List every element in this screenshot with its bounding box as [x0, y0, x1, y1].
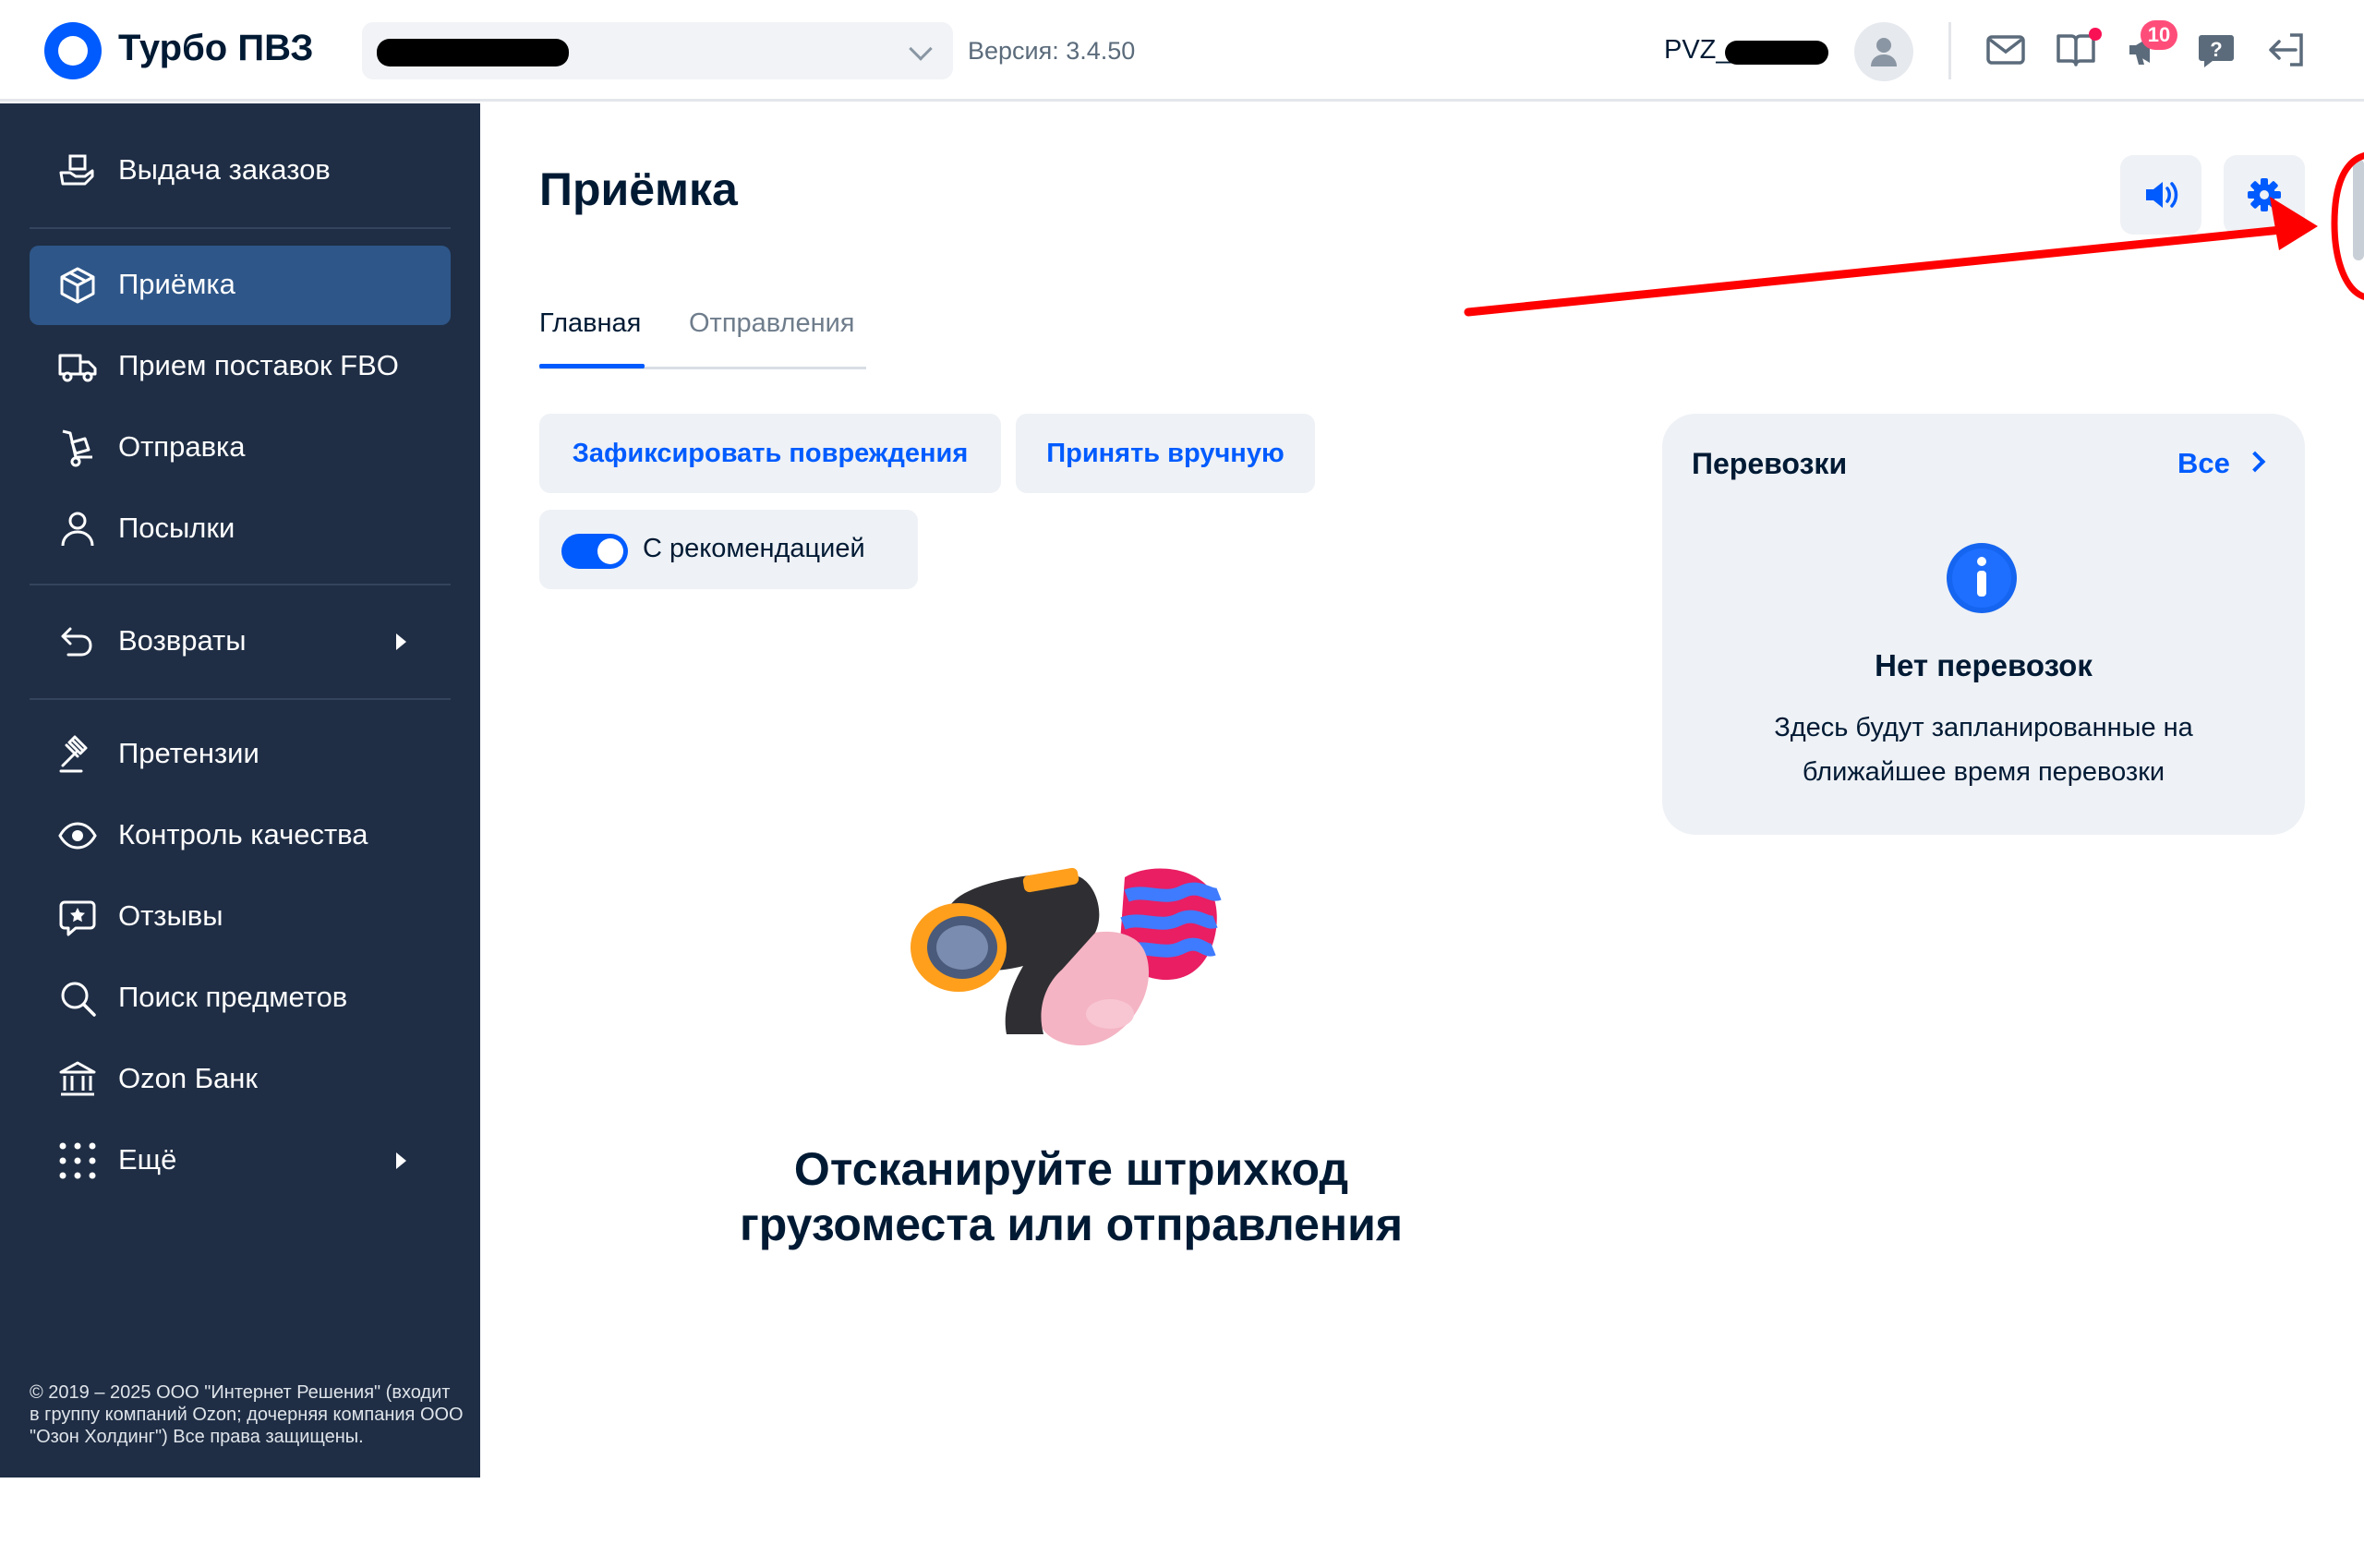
empty-state-title: Нет перевозок: [1875, 648, 2093, 682]
bank-icon: [59, 1061, 96, 1096]
top-bar: Турбо ПВЗ Версия: 3.4.50 PVZ_ 10 ?: [0, 0, 2364, 102]
toggle-label: С рекомендацией: [643, 534, 865, 563]
redacted-pvz-name: [377, 39, 569, 66]
transport-all-link[interactable]: Все: [2177, 447, 2230, 480]
sidebar-item-label: Ozon Банк: [118, 1062, 258, 1094]
chevron-down-icon: [909, 37, 933, 61]
empty-state-text: Здесь будут запланированные на ближайшее…: [1774, 713, 2193, 787]
package-icon: [60, 267, 95, 304]
sidebar-item-fbo-supplies[interactable]: Прием поставок FBO: [30, 327, 451, 406]
sidebar-item-issue-orders[interactable]: Выдача заказов: [30, 131, 451, 211]
scanner-illustration: [911, 867, 1222, 1046]
pvz-id-label: PVZ_: [1664, 35, 1731, 65]
gavel-icon: [59, 735, 88, 773]
sidebar-item-label: Возвраты: [118, 624, 247, 657]
return-icon: [61, 627, 92, 657]
sidebar-divider: [30, 584, 451, 585]
sidebar-item-label: Контроль качества: [118, 818, 368, 850]
page-title: Приёмка: [539, 163, 738, 215]
copyright-text: © 2019 – 2025 ООО "Интернет Решения" (вх…: [30, 1382, 464, 1447]
truck-icon: [58, 354, 97, 382]
logout-icon[interactable]: [2264, 28, 2309, 72]
caret-right-icon: [396, 1152, 406, 1169]
scan-prompt: Отсканируйте штрихкод грузоместа или отп…: [739, 1143, 1404, 1250]
sidebar-item-label: Прием поставок FBO: [118, 349, 399, 381]
sidebar-item-returns[interactable]: Возвраты: [30, 602, 451, 681]
recommendation-toggle[interactable]: [561, 534, 628, 569]
notifications-badge: 10: [2141, 20, 2177, 50]
sidebar-item-acceptance[interactable]: Приёмка: [30, 246, 451, 325]
app-title: Турбо ПВЗ: [118, 28, 314, 68]
header-divider: [1948, 22, 1951, 79]
sidebar-item-label: Приёмка: [118, 268, 235, 300]
grid-dots-icon: [59, 1142, 96, 1179]
eye-icon: [58, 822, 97, 850]
tab-shipments[interactable]: Отправления: [689, 308, 855, 339]
unread-dot: [2089, 28, 2102, 41]
sidebar-item-label: Отзывы: [118, 899, 223, 932]
sidebar: Выдача заказов Приёмка Прием поставок FB…: [0, 103, 480, 1548]
review-star-icon: [59, 900, 96, 936]
redacted-pvz-id: [1725, 41, 1828, 65]
recommendation-toggle-row: С рекомендацией: [539, 510, 918, 589]
sidebar-item-item-search[interactable]: Поиск предметов: [30, 959, 451, 1038]
caret-right-icon: [396, 633, 406, 650]
mail-icon[interactable]: [1984, 28, 2028, 72]
annotation-arrow: [1464, 151, 2364, 317]
ozon-logo-icon[interactable]: [44, 22, 102, 79]
sidebar-item-label: Отправка: [118, 430, 246, 463]
pvz-select[interactable]: [362, 22, 953, 79]
help-icon[interactable]: ?: [2194, 28, 2238, 72]
sidebar-item-label: Претензии: [118, 737, 259, 769]
record-damage-button[interactable]: Зафиксировать повреждения: [539, 414, 1001, 493]
sidebar-item-more[interactable]: Ещё: [30, 1121, 451, 1200]
sidebar-item-label: Выдача заказов: [118, 153, 331, 186]
tabs: Главная Отправления: [539, 308, 866, 369]
tab-main[interactable]: Главная: [539, 308, 641, 339]
user-avatar-icon[interactable]: [1854, 22, 1913, 81]
sidebar-divider: [30, 227, 451, 229]
sidebar-item-label: Поиск предметов: [118, 981, 348, 1013]
active-tab-indicator: [539, 364, 645, 368]
sidebar-item-ozon-bank[interactable]: Ozon Банк: [30, 1040, 451, 1119]
sidebar-divider: [30, 698, 451, 700]
sidebar-item-label: Посылки: [118, 512, 235, 544]
transport-card: Перевозки Все Нет перевозок Здесь будут …: [1662, 414, 2305, 835]
hand-box-icon: [59, 154, 94, 186]
search-icon: [61, 982, 96, 1017]
sidebar-item-claims[interactable]: Претензии: [30, 715, 451, 794]
sidebar-item-reviews[interactable]: Отзывы: [30, 877, 451, 957]
transport-card-title: Перевозки: [1692, 447, 1848, 480]
sidebar-item-label: Ещё: [118, 1143, 177, 1176]
sidebar-item-quality-control[interactable]: Контроль качества: [30, 796, 451, 875]
trolley-icon: [62, 429, 92, 467]
svg-text:?: ?: [2210, 38, 2222, 61]
info-icon: [1947, 543, 2017, 613]
chevron-right-icon[interactable]: [2244, 451, 2266, 473]
collapse-sidebar-icon[interactable]: [222, 1533, 231, 1548]
person-icon: [61, 512, 94, 547]
sidebar-item-parcels[interactable]: Посылки: [30, 489, 451, 569]
accept-manually-button[interactable]: Принять вручную: [1016, 414, 1315, 493]
version-label: Версия: 3.4.50: [968, 37, 1136, 65]
sidebar-item-shipping[interactable]: Отправка: [30, 408, 451, 488]
